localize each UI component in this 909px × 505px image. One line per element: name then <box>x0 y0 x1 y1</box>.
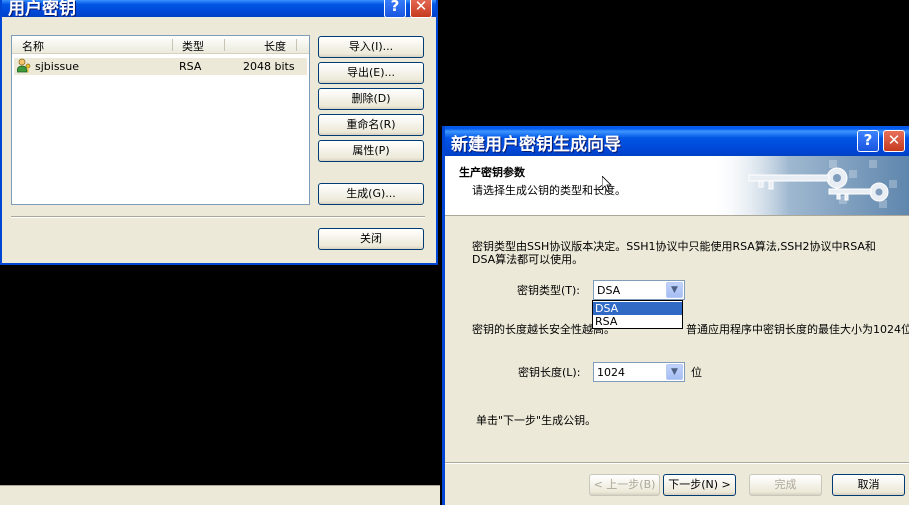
key-list[interactable]: 名称 类型 长度 sjbissue RSA 2048 bits <box>11 35 310 205</box>
key-length-select[interactable]: 1024 ▼ <box>593 362 685 382</box>
key-type-select[interactable]: DSA ▼ <box>593 280 685 300</box>
key-type: RSA <box>179 60 202 73</box>
length-desc-right: 普通应用程序中密钥长度的最佳大小为1024位。 <box>686 323 909 336</box>
chevron-down-icon[interactable]: ▼ <box>666 282 683 298</box>
wizard-header-title: 生产密钥参数 <box>459 166 525 179</box>
chevron-down-icon[interactable]: ▼ <box>666 364 683 380</box>
key-list-header: 名称 类型 长度 <box>12 36 309 54</box>
import-button[interactable]: 导入(I)... <box>318 36 424 58</box>
finish-button[interactable]: 完成 <box>749 474 822 496</box>
properties-button[interactable]: 属性(P) <box>318 140 424 162</box>
key-length-label: 密钥长度(L): <box>518 366 581 379</box>
background-window-strip <box>0 485 440 505</box>
back-button[interactable]: < 上一步(B) <box>589 474 660 496</box>
export-button[interactable]: 导出(E)... <box>318 62 424 84</box>
key-length: 2048 bits <box>243 60 295 73</box>
rename-button[interactable]: 重命名(R) <box>318 114 424 136</box>
wizard-header: 生产密钥参数 请选择生成公钥的类型和长度。 <box>445 156 909 216</box>
user-keys-titlebar[interactable]: 用户密钥 ? ✕ <box>2 0 436 19</box>
user-keys-window: 用户密钥 ? ✕ 名称 类型 长度 sjbissue RSA 2048 bits… <box>0 0 438 265</box>
close-icon[interactable]: ✕ <box>410 0 432 18</box>
generate-button[interactable]: 生成(G)... <box>318 183 424 205</box>
table-row[interactable]: sjbissue RSA 2048 bits <box>14 58 307 75</box>
cancel-button[interactable]: 取消 <box>832 474 905 496</box>
user-key-icon <box>17 58 31 73</box>
key-type-dropdown[interactable]: DSA RSA <box>592 300 683 329</box>
keys-banner-icon <box>709 156 909 215</box>
column-name[interactable]: 名称 <box>22 38 44 54</box>
key-length-value: 1024 <box>597 366 625 379</box>
close-button[interactable]: 关闭 <box>318 228 424 250</box>
help-icon[interactable]: ? <box>857 130 879 152</box>
next-button[interactable]: 下一步(N) > <box>663 474 736 496</box>
key-type-desc-line2: DSA算法都可以使用。 <box>472 253 584 266</box>
key-name: sjbissue <box>35 60 80 73</box>
divider <box>445 462 909 464</box>
key-length-unit: 位 <box>691 366 702 379</box>
column-length[interactable]: 长度 <box>264 38 286 54</box>
key-type-value: DSA <box>597 284 621 297</box>
wizard-title: 新建用户密钥生成向导 <box>451 135 621 155</box>
close-icon[interactable]: ✕ <box>883 130 905 152</box>
delete-button[interactable]: 删除(D) <box>318 88 424 110</box>
wizard-titlebar[interactable]: 新建用户密钥生成向导 ? ✕ <box>445 126 909 156</box>
dropdown-option-dsa[interactable]: DSA <box>593 302 682 315</box>
divider <box>11 216 425 218</box>
wizard-hint: 单击"下一步"生成公钥。 <box>476 414 597 427</box>
column-type[interactable]: 类型 <box>182 38 204 54</box>
dropdown-option-rsa[interactable]: RSA <box>593 315 682 328</box>
help-icon[interactable]: ? <box>384 0 406 18</box>
mouse-cursor-icon <box>602 176 612 192</box>
key-type-label: 密钥类型(T): <box>517 284 581 297</box>
user-keys-title: 用户密钥 <box>8 0 76 19</box>
